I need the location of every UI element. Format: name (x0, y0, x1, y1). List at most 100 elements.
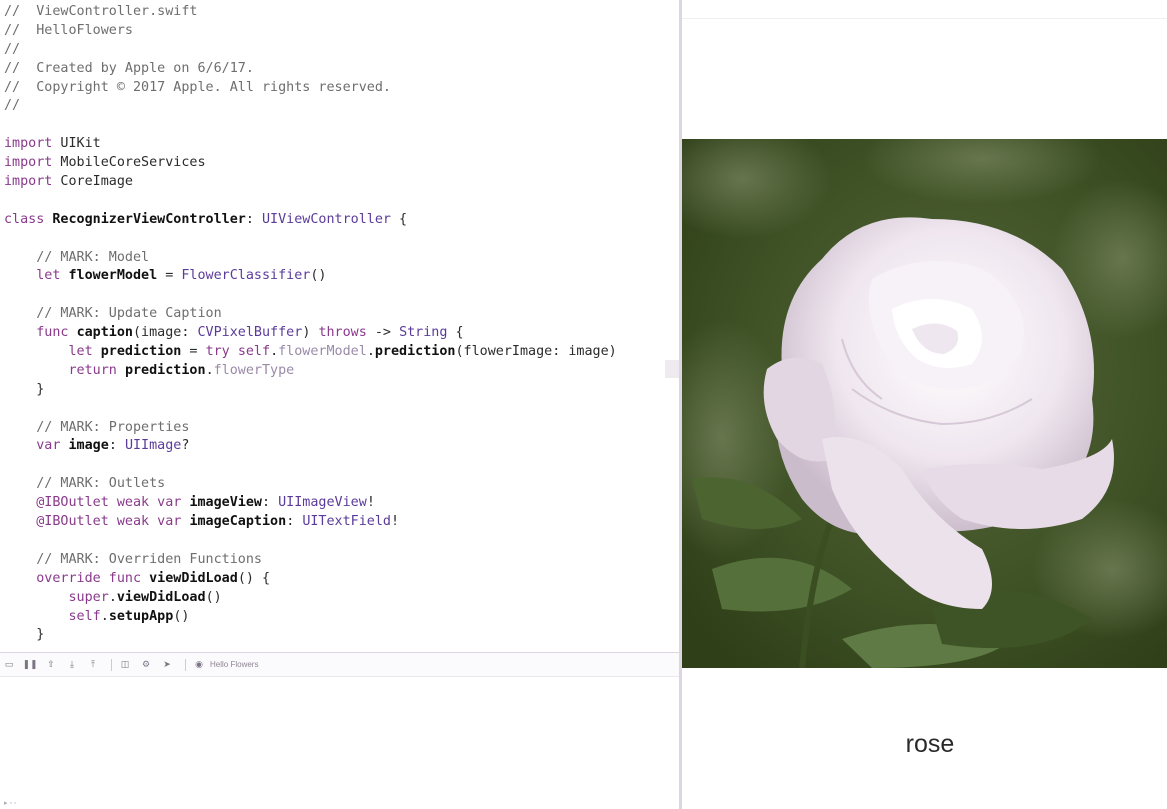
code-token-plain: UIKit (52, 136, 101, 152)
code-token-type: FlowerClassifier (181, 268, 311, 284)
hide-debug-area-icon[interactable]: ▭ (2, 658, 16, 672)
scheme-label[interactable]: Hello Flowers (210, 660, 258, 669)
code-line[interactable]: class RecognizerViewController: UIViewCo… (4, 211, 617, 230)
code-token-plain: ) (302, 325, 319, 341)
code-line[interactable]: // MARK: Outlets (4, 475, 617, 494)
code-token-member: flowerModel (278, 344, 367, 360)
code-line[interactable]: import UIKit (4, 135, 617, 154)
code-token-plain: : (245, 211, 262, 227)
code-token-plain: = (157, 268, 182, 284)
code-token-ident: flowerModel (68, 268, 158, 284)
code-token-plain: . (100, 608, 109, 624)
code-line[interactable]: // Created by Apple on 6/6/17. (4, 60, 617, 79)
code-token-plain: : (262, 495, 279, 511)
code-token-plain: (flowerImage: image) (455, 344, 617, 360)
code-token-type: UIViewController (261, 211, 391, 227)
code-line[interactable]: return prediction.flowerType (4, 362, 617, 381)
location-icon[interactable]: ➤ (160, 658, 174, 672)
pause-icon[interactable]: ❚❚ (22, 658, 37, 672)
code-line[interactable]: // MARK: Update Caption (4, 305, 617, 324)
code-line[interactable]: } (4, 626, 617, 645)
code-token-plain: } (4, 381, 45, 397)
code-token-ident: image (68, 438, 109, 454)
code-line[interactable] (4, 192, 617, 211)
code-line[interactable]: // Copyright © 2017 Apple. All rights re… (4, 79, 617, 98)
code-token-keyword: super (68, 589, 109, 605)
code-line[interactable]: super.viewDidLoad() (4, 589, 617, 608)
code-token-ident: prediction (100, 344, 182, 360)
code-line[interactable]: import CoreImage (4, 173, 617, 192)
code-token-keyword: import (4, 174, 53, 190)
code-line[interactable]: let prediction = try self.flowerModel.pr… (4, 343, 617, 362)
code-line[interactable]: // MARK: Model (4, 249, 617, 268)
view-hierarchy-icon[interactable]: ◫ (118, 658, 132, 672)
code-line[interactable]: // MARK: Properties (4, 419, 617, 438)
code-token-plain: . (366, 344, 375, 360)
code-token-plain: () (310, 268, 327, 284)
debug-bar: ▭ ❚❚ ⇧ ⤓ ⤒ ◫ ⚙ ➤ ◉ Hello Flowers (0, 652, 679, 677)
code-line[interactable]: // MARK: Overriden Functions (4, 551, 617, 570)
code-line[interactable]: // (4, 41, 617, 60)
code-token-keyword: import (4, 155, 53, 171)
code-token-keyword: class (4, 211, 45, 227)
code-line[interactable]: let flowerModel = FlowerClassifier() (4, 267, 617, 286)
code-editor[interactable]: // ViewController.swift // HelloFlowers //… (0, 0, 679, 652)
code-token-plain: MobileCoreServices (52, 155, 206, 171)
code-token-plain: { (447, 325, 464, 341)
code-line[interactable]: // ViewController.swift (4, 3, 617, 22)
code-token-plain: : (286, 514, 303, 530)
code-line[interactable] (4, 400, 617, 419)
code-token-keyword: override func (36, 570, 142, 586)
step-into-icon[interactable]: ⤒ (86, 658, 100, 672)
code-line[interactable]: @IBOutlet weak var imageCaption: UITextF… (4, 513, 617, 532)
code-line[interactable]: import MobileCoreServices (4, 154, 617, 173)
code-token-ident: prediction (374, 344, 456, 360)
code-token-ident: imageCaption (189, 514, 287, 530)
code-line[interactable] (4, 456, 617, 475)
code-token-plain: CoreImage (52, 174, 133, 190)
code-token-ident: prediction (124, 362, 206, 378)
code-line[interactable]: override func viewDidLoad() { (4, 570, 617, 589)
app-scheme-icon: ◉ (195, 659, 203, 670)
code-line[interactable]: func caption(image: CVPixelBuffer) throw… (4, 324, 617, 343)
code-line[interactable]: var image: UIImage? (4, 437, 617, 456)
code-token-plain: } (4, 627, 45, 643)
image-caption-field[interactable]: rose (682, 730, 1167, 759)
debug-bar-separator (185, 658, 186, 671)
code-line[interactable]: // HelloFlowers (4, 22, 617, 41)
code-token-plain: . (108, 589, 117, 605)
memory-graph-icon[interactable]: ⚙ (139, 658, 153, 672)
code-line[interactable]: // (4, 97, 617, 116)
code-token-ident: setupApp (108, 608, 174, 624)
step-over-icon[interactable]: ⤓ (65, 658, 79, 672)
code-token-plain: () (205, 589, 222, 605)
code-token-comment: // Copyright © 2017 Apple. All rights re… (4, 79, 391, 95)
code-line[interactable]: @IBOutlet weak var imageView: UIImageVie… (4, 494, 617, 513)
code-line[interactable] (4, 532, 617, 551)
code-token-keyword: var (36, 438, 61, 454)
rose-photo (682, 139, 1167, 668)
code-token-plain: = (181, 344, 206, 360)
console-filter-icon[interactable]: ▸ ◦ ◦ (4, 799, 16, 807)
continue-icon[interactable]: ⇧ (44, 658, 58, 672)
code-line[interactable]: self.setupApp() (4, 608, 617, 627)
code-token-ident: RecognizerViewController (52, 211, 246, 227)
code-line[interactable]: } (4, 381, 617, 400)
code-line[interactable] (4, 230, 617, 249)
code-line[interactable] (4, 286, 617, 305)
code-line[interactable] (4, 116, 617, 135)
debug-console[interactable]: ▸ ◦ ◦ (0, 677, 679, 809)
code-token-keyword: self (68, 608, 101, 624)
code-token-comment: // MARK: Update Caption (36, 306, 222, 322)
